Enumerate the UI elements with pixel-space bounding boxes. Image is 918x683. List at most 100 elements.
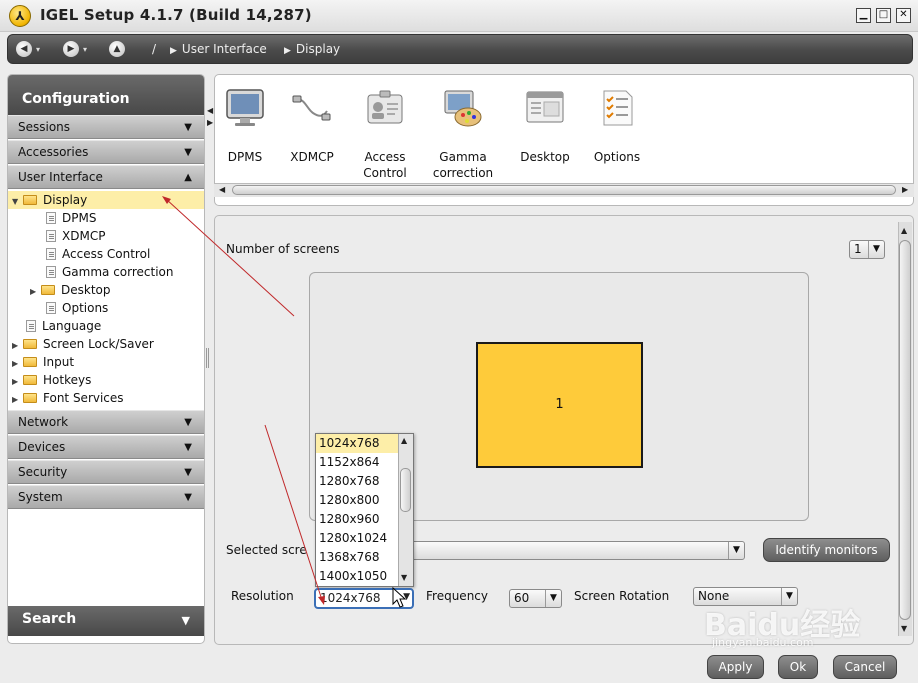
folder-icon: [23, 375, 37, 385]
forward-dropdown-icon[interactable]: ▾: [83, 45, 87, 54]
tree-item-xdmcp[interactable]: XDMCP: [46, 227, 105, 245]
resolution-option[interactable]: 1280x800: [316, 491, 399, 510]
scroll-left-arrow-icon[interactable]: ◀: [207, 106, 213, 115]
configuration-header: Configuration: [8, 75, 204, 115]
section-network[interactable]: Network ▼: [8, 410, 204, 434]
resolution-option[interactable]: 1280x768: [316, 472, 399, 491]
resolution-option[interactable]: 1280x1024: [316, 529, 399, 548]
breadcrumb-display[interactable]: ▶ Display: [284, 42, 340, 56]
toolbar-xdmcp[interactable]: XDMCP: [272, 75, 352, 185]
igel-logo-icon: ⅄: [9, 5, 31, 27]
chevron-down-icon: ▼: [403, 592, 410, 602]
scroll-up-arrow-icon[interactable]: ▲: [401, 436, 407, 445]
resolution-select[interactable]: 1024x768 ▼: [314, 588, 414, 609]
chevron-down-icon: ▼: [868, 241, 884, 258]
collapsed-arrow-icon[interactable]: ▶: [12, 391, 23, 409]
resolution-option[interactable]: 1024x768: [316, 434, 399, 453]
minimize-button[interactable]: ▁: [856, 8, 871, 23]
resolution-label: Resolution: [231, 589, 294, 603]
scroll-right-arrow-icon[interactable]: ▶: [902, 185, 908, 194]
section-security[interactable]: Security ▼: [8, 460, 204, 484]
breadcrumb-user-interface[interactable]: ▶ User Interface: [170, 42, 267, 56]
tree-item-language[interactable]: Language: [26, 317, 101, 335]
frequency-select[interactable]: 60 ▼: [509, 589, 562, 608]
resolution-option[interactable]: 1152x864: [316, 453, 399, 472]
monitor-1[interactable]: 1: [476, 342, 643, 468]
chevron-down-icon: ▼: [184, 122, 192, 133]
scroll-down-arrow-icon[interactable]: ▼: [901, 624, 907, 633]
chevron-down-icon: ▼: [184, 467, 192, 478]
resolution-option[interactable]: 1280x960: [316, 510, 399, 529]
screen-rotation-label: Screen Rotation: [574, 589, 670, 603]
section-accessories[interactable]: Accessories ▼: [8, 140, 204, 164]
toolbar-desktop[interactable]: Desktop: [505, 75, 585, 185]
toolbar-access-control[interactable]: Access Control: [345, 75, 425, 185]
forward-arrow-icon[interactable]: ▶: [63, 41, 79, 57]
document-icon: [46, 302, 56, 314]
tree-item-options[interactable]: Options: [46, 299, 108, 317]
expanded-arrow-icon[interactable]: ▼: [12, 193, 23, 211]
toolbar-options[interactable]: Options: [577, 75, 657, 185]
tree-item-access-control[interactable]: Access Control: [46, 245, 150, 263]
chevron-up-icon: ▲: [184, 172, 192, 183]
splitter-handle[interactable]: [206, 348, 209, 368]
toolbar-label: Access Control: [363, 150, 407, 180]
tree-item-gamma-correction[interactable]: Gamma correction: [46, 263, 174, 281]
configuration-sidebar: Configuration Sessions ▼ Accessories ▼ Use…: [7, 74, 205, 644]
chevron-down-icon: ▼: [184, 417, 192, 428]
resolution-option[interactable]: 1400x1050: [316, 567, 399, 586]
resolution-list-scroll-thumb[interactable]: [400, 468, 411, 512]
chevron-down-icon: ▼: [184, 147, 192, 158]
folder-icon: [23, 339, 37, 349]
tree-item-input[interactable]: ▶ Input: [12, 353, 74, 371]
search-section[interactable]: Search ▼: [8, 606, 204, 636]
tree-item-screen-lock-saver[interactable]: ▶ Screen Lock/Saver: [12, 335, 154, 353]
frequency-label: Frequency: [426, 589, 488, 603]
section-sessions[interactable]: Sessions ▼: [8, 115, 204, 139]
chevron-down-icon: ▼: [728, 542, 744, 559]
resolution-option[interactable]: 1368x768: [316, 548, 399, 567]
toolbar-gamma-correction[interactable]: Gamma correction: [423, 75, 503, 185]
tree-item-desktop[interactable]: ▶ Desktop: [30, 281, 111, 299]
scroll-down-arrow-icon[interactable]: ▼: [401, 573, 407, 582]
document-icon: [26, 320, 36, 332]
document-icon: [46, 230, 56, 242]
monitor-icon: [226, 89, 264, 126]
scroll-left-arrow-icon[interactable]: ◀: [219, 185, 225, 194]
maximize-button[interactable]: □: [876, 8, 891, 23]
scroll-up-arrow-icon[interactable]: ▲: [901, 226, 907, 235]
toolbar-label: Options: [593, 150, 641, 164]
tree-item-font-services[interactable]: ▶ Font Services: [12, 389, 124, 407]
close-button[interactable]: ✕: [896, 8, 911, 23]
watermark-url: jingyan.baidu.com: [712, 636, 814, 649]
ok-button[interactable]: Ok: [778, 655, 818, 679]
document-icon: [46, 248, 56, 260]
document-icon: [46, 266, 56, 278]
chevron-down-icon: ▼: [181, 614, 190, 627]
apply-button[interactable]: Apply: [707, 655, 764, 679]
tree-item-dpms[interactable]: DPMS: [46, 209, 96, 227]
palette-icon: [444, 90, 482, 127]
number-of-screens-select[interactable]: 1 ▼: [849, 240, 885, 259]
panel-scroll-thumb[interactable]: [899, 240, 911, 620]
section-user-interface[interactable]: User Interface ▲: [8, 165, 204, 189]
cancel-button[interactable]: Cancel: [833, 655, 897, 679]
folder-icon: [23, 357, 37, 367]
scroll-right-arrow-icon[interactable]: ▶: [207, 118, 213, 127]
back-dropdown-icon[interactable]: ▾: [36, 45, 40, 54]
identify-monitors-button[interactable]: Identify monitors: [763, 538, 890, 562]
desktop-window-icon: [526, 91, 564, 123]
toolbar-scroll-thumb[interactable]: [232, 185, 896, 195]
toolbar-label: Gamma correction: [432, 150, 494, 180]
tree-item-display[interactable]: ▼ Display: [8, 191, 204, 209]
up-arrow-icon[interactable]: ▲: [109, 41, 125, 57]
section-devices[interactable]: Devices ▼: [8, 435, 204, 459]
section-system[interactable]: System ▼: [8, 485, 204, 509]
tree-item-hotkeys[interactable]: ▶ Hotkeys: [12, 371, 91, 389]
chevron-down-icon: ▼: [545, 590, 561, 607]
breadcrumb-root[interactable]: /: [152, 42, 156, 56]
selected-screen-select[interactable]: ▼: [410, 541, 745, 560]
back-arrow-icon[interactable]: ◀: [16, 41, 32, 57]
collapsed-arrow-icon[interactable]: ▶: [30, 283, 41, 301]
folder-open-icon: [23, 195, 37, 205]
